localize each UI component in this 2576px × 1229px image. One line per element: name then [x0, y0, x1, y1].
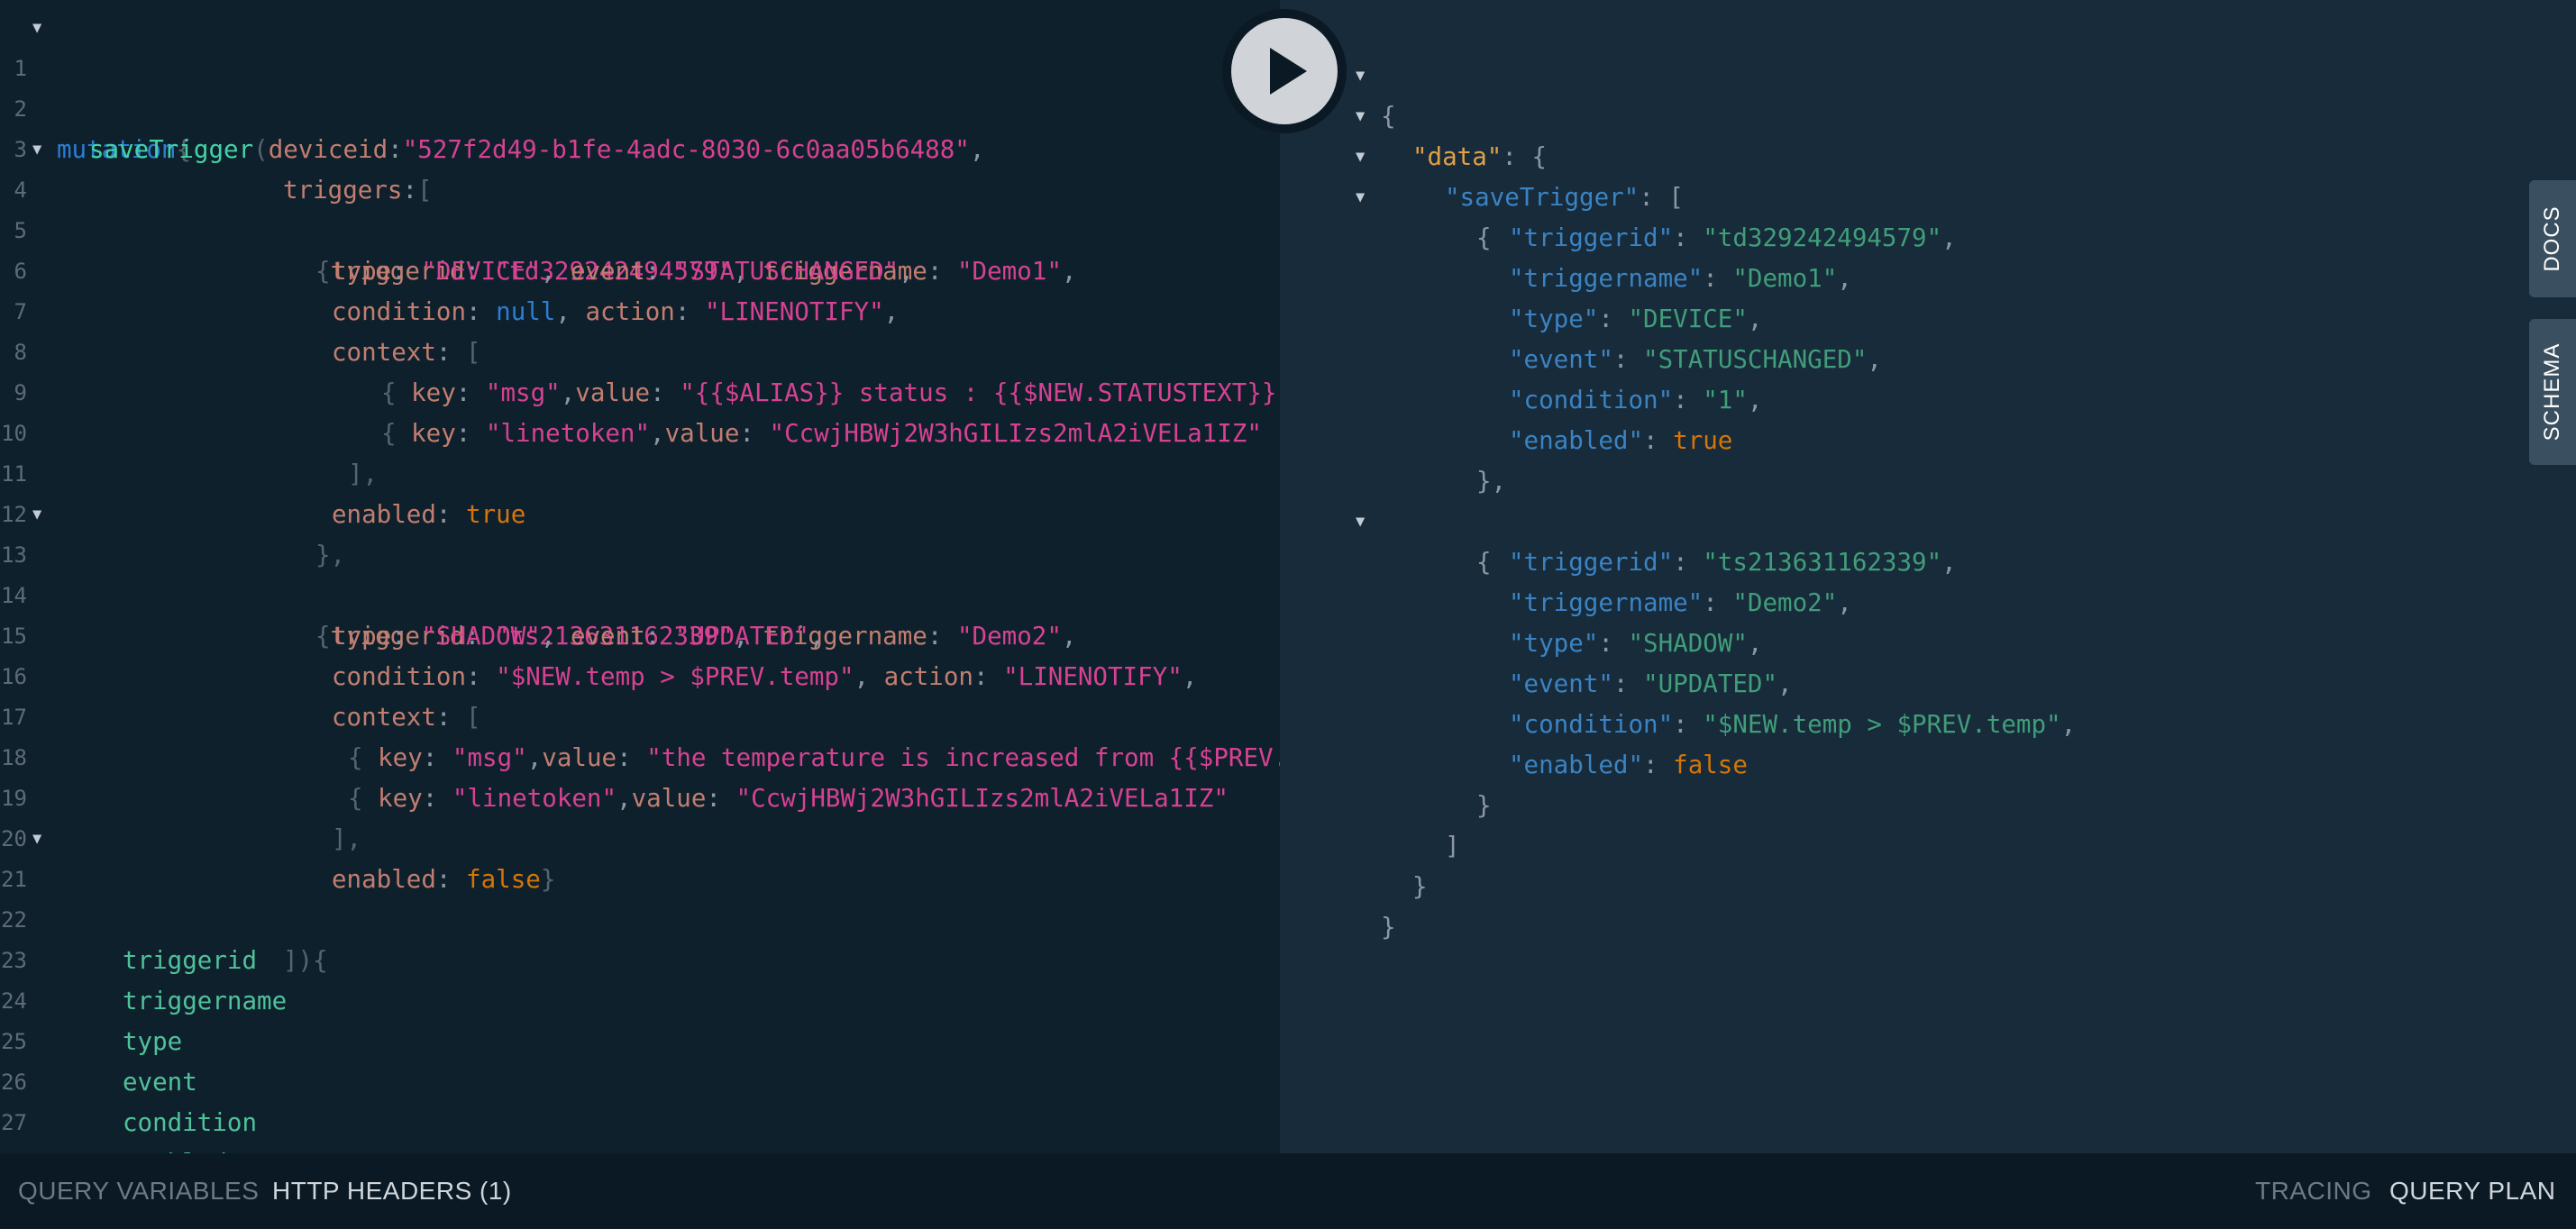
editor-line-8: 8 { key: "msg",value: "{{$ALIAS}} status… [0, 292, 1280, 407]
editor-line-9: 9 { key: "linetoken",value: "CcwjHBWj2W3… [0, 332, 1280, 448]
http-headers-tab[interactable]: HTTP HEADERS (1) [272, 1177, 512, 1206]
run-query-button[interactable] [1222, 9, 1347, 133]
result-line: ▼ "saveTrigger": [ [1280, 96, 2576, 212]
result-line: } [1280, 867, 2576, 942]
result-viewer[interactable]: ▼ { ▼ "data": { ▼ "saveTrigger": [ ▼ { "… [1280, 0, 2576, 1153]
result-line: } [1280, 745, 2576, 820]
editor-line-6: 6 condition: null, action: "LINENOTIFY", [0, 211, 1280, 326]
bottom-bar: QUERY VARIABLES HTTP HEADERS (1) TRACING… [0, 1153, 2576, 1229]
editor-line-28: 28 } [0, 1103, 1280, 1153]
result-line: } [1280, 826, 2576, 901]
editor-line-21: 21 ▼ ]){ [0, 819, 1280, 975]
editor-line-24: 24 type [0, 941, 1280, 1056]
result-line: "event": "UPDATED", [1280, 624, 2576, 698]
schema-tab[interactable]: SCHEMA [2529, 319, 2576, 465]
result-line: ▼ { [1280, 15, 2576, 131]
editor-line-3: 3 triggers:[ [0, 89, 1280, 205]
selection-field: enabled [123, 1143, 227, 1153]
fold-arrow-icon[interactable]: ▼ [32, 819, 41, 860]
editor-line-5: 5 type: "DEVICE", event: "STATUSCHANGED"… [0, 170, 1280, 286]
result-line: "type": "DEVICE", [1280, 259, 2576, 333]
schema-tab-label: SCHEMA [2540, 342, 2564, 442]
fold-arrow-icon[interactable]: ▼ [32, 8, 41, 49]
result-line: ▼ { [1280, 461, 2576, 577]
fold-arrow-icon[interactable]: ▼ [32, 130, 41, 170]
editor-line-19: 19 ], [0, 738, 1280, 853]
result-line: }, [1280, 421, 2576, 496]
result-line: "condition": "$NEW.temp > $PREV.temp", [1280, 664, 2576, 739]
editor-line-4: 4 ▼ {triggerid: "td329242494579", trigge… [0, 130, 1280, 286]
result-line: "triggername": "Demo1", [1280, 218, 2576, 293]
result-line: ▼ "data": { [1280, 56, 2576, 171]
editor-line-17: 17 { key: "msg",value: "the temperature … [0, 657, 1280, 772]
editor-line-1: 1 ▼ mutation{ [0, 8, 1280, 164]
editor-line-26: 26 condition [0, 1022, 1280, 1137]
editor-line-25: 25 event [0, 981, 1280, 1097]
tracing-tab[interactable]: TRACING [2255, 1177, 2372, 1206]
editor-line-22: 22 triggerid [0, 860, 1280, 975]
editor-line-13: 13 ▼ {triggerid: "ts213631162339", trigg… [0, 495, 1280, 651]
editor-line-16: 16 context: [ [0, 616, 1280, 732]
query-variables-tab[interactable]: QUERY VARIABLES [18, 1177, 259, 1206]
fold-arrow-icon[interactable]: ▼ [32, 495, 41, 535]
result-line: "condition": "1", [1280, 340, 2576, 414]
editor-line-10: 10 ], [0, 373, 1280, 488]
editor-line-23: 23 triggername [0, 900, 1280, 1015]
editor-line-14: 14 type: "SHADOW", event: "UPDATED", [0, 535, 1280, 651]
play-icon [1270, 48, 1307, 95]
editor-line-7: 7 context: [ [0, 251, 1280, 367]
query-editor[interactable]: 1 ▼ mutation{ 2 saveTrigger(deviceid:"52… [0, 0, 1280, 1153]
result-line: ▼ { [1280, 137, 2576, 252]
docs-tab-label: DOCS [2540, 205, 2564, 272]
result-line: "triggerid": "ts213631162339", [1280, 502, 2576, 577]
editor-line-2: 2 saveTrigger(deviceid:"527f2d49-b1fe-4a… [0, 49, 1280, 164]
result-line: "triggername": "Demo2", [1280, 542, 2576, 617]
result-line: "triggerid": "td329242494579", [1280, 178, 2576, 252]
editor-line-18: 18 { key: "linetoken",value: "CcwjHBWj2W… [0, 697, 1280, 813]
editor-line-27: 27 enabled [0, 1062, 1280, 1153]
line-number: 28 [0, 1143, 27, 1153]
editor-line-12: 12 }, [0, 454, 1280, 569]
docs-tab[interactable]: DOCS [2529, 180, 2576, 297]
result-line: "type": "SHADOW", [1280, 583, 2576, 658]
result-line: ] [1280, 786, 2576, 860]
editor-line-15: 15 condition: "$NEW.temp > $PREV.temp", … [0, 576, 1280, 691]
query-plan-tab[interactable]: QUERY PLAN [2389, 1177, 2555, 1206]
result-line: "enabled": false [1280, 705, 2576, 779]
brace: } [1381, 913, 1396, 942]
editor-line-20: 20 enabled: false} [0, 778, 1280, 894]
result-line: "enabled": true [1280, 380, 2576, 455]
editor-line-11: 11 enabled: true [0, 414, 1280, 529]
result-line: "event": "STATUSCHANGED", [1280, 299, 2576, 374]
